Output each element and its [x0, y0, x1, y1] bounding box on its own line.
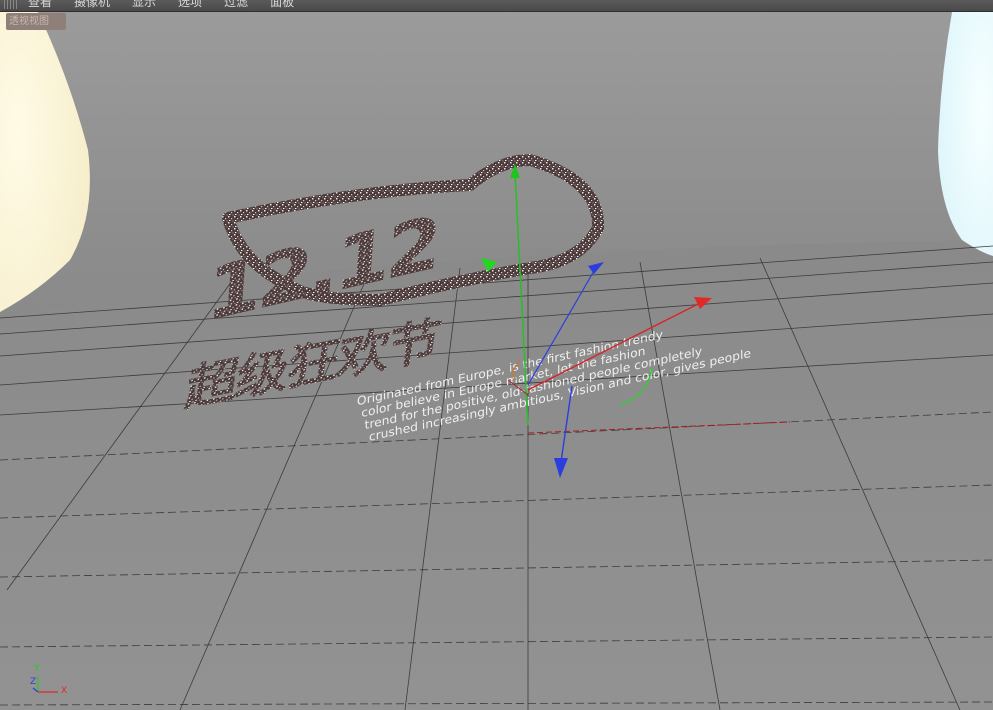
- menubar-items: 查看 摄像机 显示 选项 过滤 面板: [28, 0, 294, 10]
- floor-plane: [0, 240, 993, 710]
- triad-z-label: Z: [30, 677, 37, 687]
- cinema4d-perspective-view: 查看 摄像机 显示 选项 过滤 面板 透视视图 12.12 超级狂欢节 Orig…: [0, 0, 993, 710]
- menu-filter[interactable]: 过滤: [224, 0, 248, 10]
- 3d-viewport[interactable]: 12.12 超级狂欢节 Originated from Europe, is t…: [0, 12, 993, 710]
- world-axis-triad: Y Z X: [30, 664, 74, 700]
- menu-cameras[interactable]: 摄像机: [74, 0, 110, 10]
- camera-name-label: 透视视图: [6, 13, 66, 30]
- triad-x-label: X: [61, 686, 68, 696]
- triad-y-label: Y: [34, 664, 40, 674]
- menu-panel[interactable]: 面板: [270, 0, 294, 10]
- viewport-menubar: 查看 摄像机 显示 选项 过滤 面板: [0, 0, 993, 12]
- menu-view[interactable]: 查看: [28, 0, 52, 10]
- menu-display[interactable]: 显示: [132, 0, 156, 10]
- menubar-grip-icon[interactable]: [4, 0, 18, 9]
- menu-options[interactable]: 选项: [178, 0, 202, 10]
